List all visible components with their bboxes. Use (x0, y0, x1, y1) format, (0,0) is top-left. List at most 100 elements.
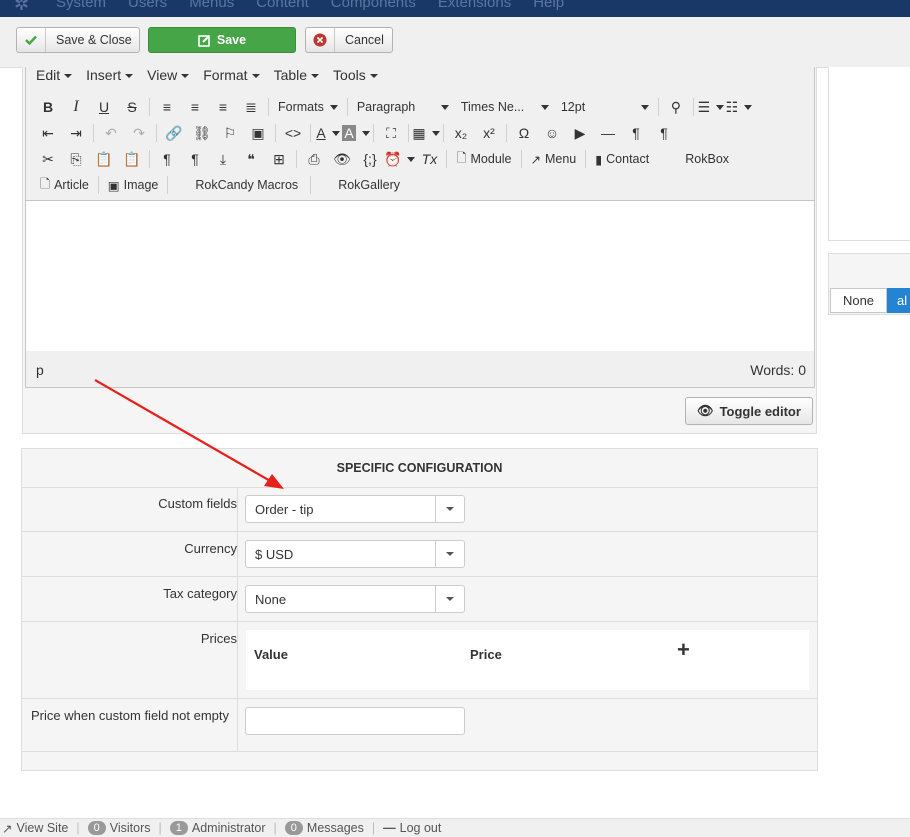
formats-dropdown[interactable]: Formats (272, 95, 344, 119)
nav-system[interactable]: System (56, 0, 106, 11)
insert-image-icon[interactable]: ▣ (244, 121, 272, 145)
outdent-icon[interactable]: ⇤ (34, 121, 62, 145)
separator (446, 150, 448, 168)
all-button[interactable]: al (887, 288, 910, 313)
nav-users[interactable]: Users (128, 0, 167, 11)
rokcandy-button[interactable]: RokCandy Macros (189, 173, 304, 197)
horizontal-rule-icon[interactable]: — (594, 121, 622, 145)
emoticons-icon[interactable]: ☺ (538, 121, 566, 145)
bullet-list-icon[interactable]: ☰ (697, 95, 725, 119)
paste-text-icon[interactable]: 📋 (118, 147, 146, 171)
menu-tools[interactable]: Tools (333, 67, 378, 83)
tax-category-value: None (255, 592, 287, 607)
undo-icon[interactable]: ↶ (97, 121, 125, 145)
print-icon[interactable]: ⎙ (300, 147, 328, 171)
copy-icon[interactable]: ⎘ (62, 147, 90, 171)
rokbox-button[interactable]: RokBox (679, 147, 735, 171)
rtl-icon[interactable]: ¶ (650, 121, 678, 145)
subscript-icon[interactable]: x₂ (447, 121, 475, 145)
rokgallery-button[interactable]: RokGallery (332, 173, 406, 197)
nav-extensions[interactable]: Extensions (438, 0, 511, 11)
menu-edit[interactable]: Edit (36, 67, 72, 83)
add-price-icon[interactable]: + (677, 637, 690, 663)
rokgallery-label: RokGallery (338, 178, 401, 192)
eye-icon: 👁 (697, 403, 714, 418)
superscript-icon[interactable]: x² (475, 121, 503, 145)
joomla-logo-icon[interactable]: ✲ (14, 0, 29, 15)
toggle-editor-button[interactable]: 👁 Toggle editor (685, 397, 813, 425)
picture-icon: ▣ (107, 178, 120, 193)
code-icon[interactable]: <> (279, 121, 307, 145)
element-path[interactable]: p (36, 362, 44, 378)
italic-icon[interactable]: I (62, 95, 90, 119)
nav-help[interactable]: Help (533, 0, 564, 11)
code-sample-icon[interactable]: {;} (356, 147, 384, 171)
nonbreaking-icon[interactable]: ¶ (181, 147, 209, 171)
nav-menus[interactable]: Menus (189, 0, 234, 11)
menu-table[interactable]: Table (274, 67, 319, 83)
page-break-icon[interactable]: ⤓ (209, 147, 237, 171)
paragraph-dropdown[interactable]: Paragraph (351, 95, 455, 119)
nav-components[interactable]: Components (331, 0, 416, 11)
paste-icon[interactable]: 📋 (90, 147, 118, 171)
module-button[interactable]: 🗋 Module (450, 147, 517, 171)
menu-insert[interactable]: Insert (86, 67, 133, 83)
logout-label: Log out (399, 821, 442, 835)
template-icon[interactable]: ⊞ (265, 147, 293, 171)
messages-link[interactable]: 0 Messages (284, 821, 364, 835)
align-center-icon[interactable]: ≡ (181, 95, 209, 119)
view-site-link[interactable]: ↗ View Site (2, 821, 68, 836)
currency-row: Currency $ USD (22, 532, 817, 577)
indent-icon[interactable]: ⇥ (62, 121, 90, 145)
visual-chars-icon[interactable]: ¶ (153, 147, 181, 171)
text-color-icon[interactable]: A (314, 121, 342, 145)
save-button[interactable]: Save (148, 27, 296, 53)
cancel-button[interactable]: Cancel (305, 27, 393, 53)
check-icon (17, 28, 46, 52)
nav-content[interactable]: Content (256, 0, 309, 11)
word-count: Words: 0 (750, 362, 806, 378)
media-icon[interactable]: ▶ (566, 121, 594, 145)
link-icon[interactable]: 🔗 (160, 121, 188, 145)
table-icon[interactable]: ▦ (412, 121, 440, 145)
menu-view[interactable]: View (147, 67, 189, 83)
logout-link[interactable]: — Log out (383, 821, 441, 835)
editor-content-area[interactable] (26, 200, 814, 352)
fullscreen-icon[interactable]: ⛶ (377, 121, 405, 145)
underline-icon[interactable]: U (90, 95, 118, 119)
visitors-indicator: 0 Visitors (87, 821, 151, 835)
cut-icon[interactable]: ✂ (34, 147, 62, 171)
divider: | (273, 821, 277, 835)
bookmark-icon[interactable]: ⚐ (216, 121, 244, 145)
tax-category-select[interactable]: None (245, 585, 465, 613)
font-size-dropdown[interactable]: 12pt (555, 95, 655, 119)
align-justify-icon[interactable]: ≣ (237, 95, 265, 119)
blockquote-icon[interactable]: ❝ (237, 147, 265, 171)
strikethrough-icon[interactable]: S (118, 95, 146, 119)
insert-datetime-icon[interactable]: ⏰ (384, 147, 416, 171)
custom-fields-select[interactable]: Order - tip (245, 495, 465, 523)
clear-formatting-icon[interactable]: Tx (415, 147, 443, 171)
align-right-icon[interactable]: ≡ (209, 95, 237, 119)
none-button[interactable]: None (830, 288, 887, 313)
menu-format[interactable]: Format (203, 67, 259, 83)
bold-icon[interactable]: B (34, 95, 62, 119)
save-close-button[interactable]: Save & Close (16, 27, 140, 53)
numbered-list-icon[interactable]: ☷ (725, 95, 753, 119)
font-family-dropdown[interactable]: Times Ne... (455, 95, 555, 119)
preview-icon[interactable]: 👁 (328, 147, 356, 171)
currency-select[interactable]: $ USD (245, 540, 465, 568)
contact-button[interactable]: ▮ Contact (589, 147, 655, 171)
find-replace-icon[interactable]: ⚲ (662, 95, 690, 119)
unlink-icon[interactable]: ⛓ (188, 121, 216, 145)
special-character-icon[interactable]: Ω (510, 121, 538, 145)
image-button[interactable]: ▣ Image (102, 173, 165, 197)
align-left-icon[interactable]: ≡ (153, 95, 181, 119)
price-when-not-empty-input[interactable] (245, 707, 465, 735)
background-color-icon[interactable]: A (342, 121, 370, 145)
redo-icon[interactable]: ↷ (125, 121, 153, 145)
ltr-icon[interactable]: ¶ (622, 121, 650, 145)
menu-button[interactable]: ↗ Menu (525, 147, 583, 171)
save-close-label: Save & Close (56, 33, 132, 47)
article-button[interactable]: 🗋 Article (34, 173, 95, 197)
